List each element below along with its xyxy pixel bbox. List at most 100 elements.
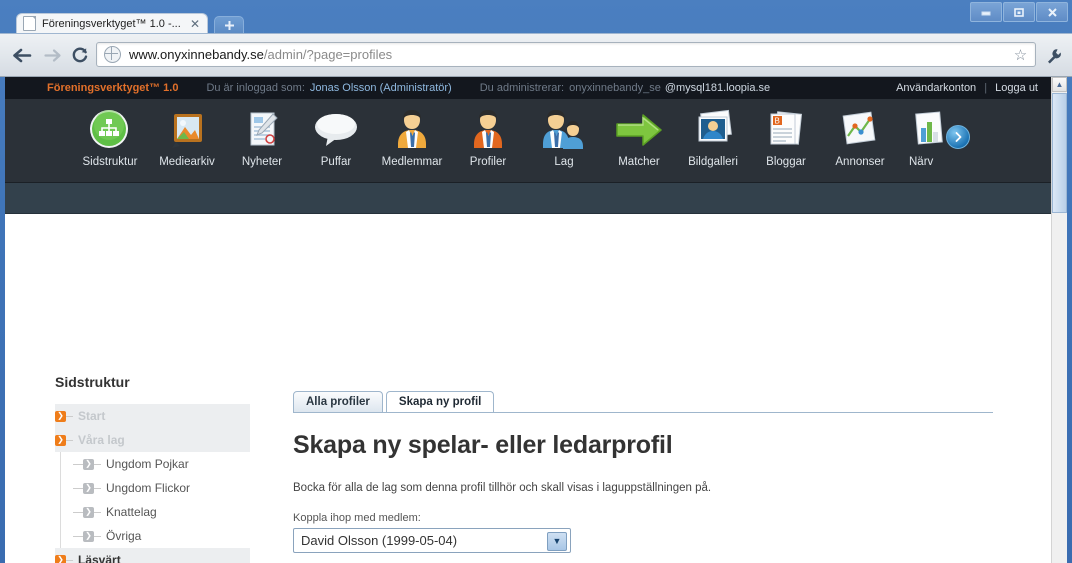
nav-item-bildgalleri[interactable]: Bildgalleri (676, 105, 750, 168)
nav-label: Lag (554, 156, 574, 168)
reload-button[interactable] (68, 43, 92, 67)
sitemap-icon (73, 105, 147, 155)
sidebar-item-lasvart[interactable]: ❯ Läsvärt (55, 548, 250, 563)
browser-window: Föreningsverktyget™ 1.0 -... ✕ www.onyxi… (0, 0, 1072, 563)
nav-item-profiler[interactable]: Profiler (451, 105, 525, 168)
nav-item-sidstruktur[interactable]: Sidstruktur (73, 105, 147, 168)
app-brand: Föreningsverktyget™ 1.0 (47, 82, 179, 94)
tree-bullet-icon: ❯ (55, 434, 66, 446)
tree-bullet-icon: ❯ (83, 458, 94, 470)
secondary-toolbar (5, 183, 1052, 214)
admin-bar-separator: | (984, 82, 988, 94)
bookmark-star-icon[interactable]: ☆ (1012, 47, 1029, 64)
nav-label: Puffar (320, 156, 352, 168)
nav-item-mediearkiv[interactable]: Mediearkiv (150, 105, 224, 168)
reload-icon (72, 47, 88, 63)
person-orange-icon (451, 105, 525, 155)
tree-bullet-icon: ❯ (83, 506, 94, 518)
tab-alla-profiler[interactable]: Alla profiler (293, 391, 383, 412)
forward-arrow-icon (43, 48, 61, 62)
sidebar-tree: ❯ Start ❯ Våra lag ❯ Ungdom Pojkar ❯ Ung… (55, 404, 250, 563)
tree-bullet-icon: ❯ (83, 530, 94, 542)
sidebar-item-ungdom-flickor[interactable]: ❯ Ungdom Flickor (55, 476, 250, 500)
tree-dash (94, 511, 101, 513)
nav-label: Närv (909, 156, 934, 168)
window-close-button[interactable] (1036, 2, 1068, 22)
member-select-label: Koppla ihop med medlem: (293, 512, 421, 524)
nav-item-nyheter[interactable]: Nyheter (225, 105, 299, 168)
tree-dash (66, 439, 73, 441)
address-bar[interactable]: www.onyxinnebandy.se/admin/?page=profile… (96, 42, 1036, 67)
sidebar-item-label: Knattelag (106, 505, 157, 519)
member-select[interactable]: David Olsson (1999-05-04) ▼ (293, 528, 571, 553)
sidebar-item-vara-lag[interactable]: ❯ Våra lag (55, 428, 250, 452)
picture-frame-icon (150, 105, 224, 155)
tree-dash (66, 415, 73, 417)
nav-item-bloggar[interactable]: B Bloggar (749, 105, 823, 168)
sidebar-item-knattelag[interactable]: ❯ Knattelag (55, 500, 250, 524)
sidebar-item-label: Ungdom Flickor (106, 481, 191, 495)
nav-item-puffar[interactable]: Puffar (299, 105, 373, 168)
tree-dash (94, 535, 101, 537)
page-favicon (23, 16, 36, 31)
maximize-icon (1014, 7, 1024, 17)
logged-in-label: Du är inloggad som: (206, 82, 305, 94)
sidebar-item-start[interactable]: ❯ Start (55, 404, 250, 428)
sidebar-item-ungdom-pojkar[interactable]: ❯ Ungdom Pojkar (55, 452, 250, 476)
tab-close-icon[interactable]: ✕ (187, 18, 203, 30)
chrome-menu-button[interactable] (1044, 46, 1064, 66)
speech-bubble-icon (299, 105, 373, 155)
tree-dash (94, 487, 101, 489)
nav-more-button[interactable] (946, 125, 970, 149)
nav-label: Medlemmar (381, 156, 443, 168)
nav-label: Bildgalleri (688, 156, 738, 168)
tree-dash (73, 511, 83, 513)
nav-label: Bloggar (766, 156, 806, 168)
window-maximize-button[interactable] (1003, 2, 1035, 22)
url-domain: www.onyxinnebandy.se (129, 47, 264, 62)
logged-in-user: Jonas Olsson (Administratör) (309, 82, 452, 94)
sidebar-item-ovriga[interactable]: ❯ Övriga (55, 524, 250, 548)
nav-label: Sidstruktur (82, 156, 138, 168)
browser-tab-title: Föreningsverktyget™ 1.0 -... (42, 17, 181, 30)
nav-item-medlemmar[interactable]: Medlemmar (375, 105, 449, 168)
admin-bar-right: Användarkonton | Logga ut (896, 82, 1038, 94)
sidebar-item-label: Övriga (106, 529, 142, 543)
svg-text:B: B (775, 117, 780, 126)
main-icon-navigation: Sidstruktur Mediearkiv Nyheter Puffar Me… (5, 99, 1052, 183)
nav-item-matcher[interactable]: Matcher (602, 105, 676, 168)
page-content: Sidstruktur ❯ Start ❯ Våra lag ❯ Ungdom … (5, 214, 1052, 563)
ads-chart-icon (823, 105, 897, 155)
tree-dash (73, 535, 83, 537)
window-minimize-button[interactable] (970, 2, 1002, 22)
tree-bullet-icon: ❯ (55, 554, 66, 563)
page-scrollbar[interactable]: ▲ (1051, 77, 1067, 563)
tree-bullet-icon: ❯ (55, 410, 66, 422)
logout-link[interactable]: Logga ut (995, 82, 1038, 94)
tree-dash (73, 487, 83, 489)
people-blue-icon (527, 105, 601, 155)
news-pen-icon (225, 105, 299, 155)
sidebar-item-label: Ungdom Pojkar (106, 457, 189, 471)
green-arrow-icon (602, 105, 676, 155)
tab-skapa-ny-profil[interactable]: Skapa ny profil (385, 391, 495, 412)
browser-tabstrip: Föreningsverktyget™ 1.0 -... ✕ (0, 0, 1072, 35)
blog-pages-icon: B (749, 105, 823, 155)
tree-dash (66, 559, 73, 561)
scrollbar-thumb[interactable] (1052, 93, 1067, 213)
sidebar-heading: Sidstruktur (55, 374, 130, 390)
chevron-down-icon[interactable]: ▼ (547, 532, 567, 551)
scroll-up-button[interactable]: ▲ (1052, 77, 1067, 92)
browser-tab[interactable]: Föreningsverktyget™ 1.0 -... ✕ (16, 13, 208, 33)
nav-label: Mediearkiv (159, 156, 215, 168)
user-accounts-link[interactable]: Användarkonton (896, 82, 976, 94)
sidebar-item-label: Läsvärt (78, 553, 121, 563)
admin-top-bar: Föreningsverktyget™ 1.0 Du är inloggad s… (5, 77, 1052, 99)
address-bar-text: www.onyxinnebandy.se/admin/?page=profile… (129, 47, 392, 62)
tab-underline (293, 412, 993, 413)
nav-item-annonser[interactable]: Annonser (823, 105, 897, 168)
web-page: Föreningsverktyget™ 1.0 Du är inloggad s… (5, 77, 1052, 563)
back-button[interactable] (10, 43, 34, 67)
nav-item-lag[interactable]: Lag (527, 105, 601, 168)
intro-text: Bocka för alla de lag som denna profil t… (293, 482, 712, 494)
